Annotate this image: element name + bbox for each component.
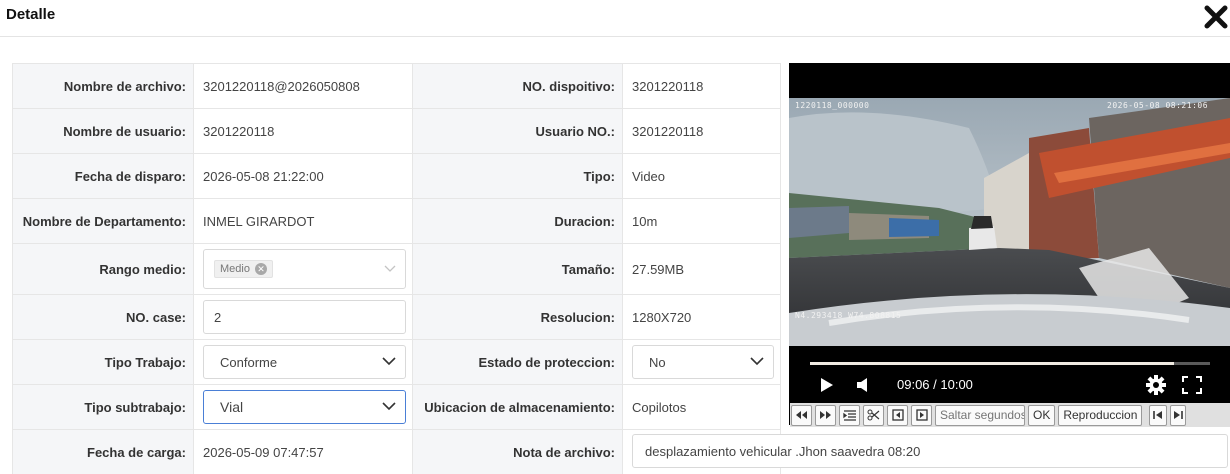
next-frame-icon[interactable] xyxy=(911,404,932,426)
file-note-input[interactable]: desplazamiento vehicular .Jhon saavedra … xyxy=(632,434,1228,468)
table-row: Nombre de Departamento: INMEL GIRARDOT D… xyxy=(12,198,781,244)
prev-frame-icon[interactable] xyxy=(887,404,908,426)
osd-device-id: 1220118_000000 xyxy=(795,101,870,110)
subwork-type-value: Vial xyxy=(220,399,244,415)
playback-button[interactable]: Reproduccion xyxy=(1058,404,1143,426)
table-row: Nombre de archivo: 3201220118@2026050808… xyxy=(12,63,781,109)
media-range-select[interactable]: Medio ✕ xyxy=(203,249,406,289)
field-label: Tamaño: xyxy=(412,243,623,295)
table-row: Tipo Trabajo: Conforme Estado de protecc… xyxy=(12,339,781,385)
detail-table: Nombre de archivo: 3201220118@2026050808… xyxy=(12,63,781,474)
skip-start-icon[interactable] xyxy=(1149,404,1168,426)
dialog-title: Detalle xyxy=(6,6,56,23)
field-label: Nombre de Departamento: xyxy=(12,198,194,244)
chevron-down-icon xyxy=(750,357,764,366)
fullscreen-icon[interactable] xyxy=(1182,376,1202,399)
storage-location-value: Copilotos xyxy=(622,384,781,430)
chevron-down-icon xyxy=(382,402,396,411)
video-frame: 1220118_000000 2026-05-08 08:21:06 N4.29… xyxy=(789,98,1230,346)
tag-label: Medio xyxy=(220,263,250,275)
video-player[interactable]: 1220118_000000 2026-05-08 08:21:06 N4.29… xyxy=(789,63,1230,425)
field-label: Tipo: xyxy=(412,153,623,199)
osd-timestamp: 2026-05-08 08:21:06 xyxy=(1107,101,1209,110)
field-label: Nombre de usuario: xyxy=(12,108,194,154)
play-icon[interactable] xyxy=(820,377,834,398)
field-label: NO. dispoitivo: xyxy=(412,63,623,109)
close-icon[interactable] xyxy=(1203,4,1229,30)
playback-toolbar: OK Reproduccion xyxy=(790,403,1230,427)
case-number-input[interactable]: 2 xyxy=(203,300,406,334)
device-number-value: 3201220118 xyxy=(622,63,781,109)
protection-status-value: No xyxy=(649,354,666,370)
case-number-text: 2 xyxy=(214,309,222,325)
upload-date-value: 2026-05-09 07:47:57 xyxy=(193,429,413,474)
field-label: Tipo subtrabajo: xyxy=(12,384,194,430)
table-row: Fecha de disparo: 2026-05-08 21:22:00 Ti… xyxy=(12,153,781,199)
file-name-value: 3201220118@2026050808 xyxy=(193,63,413,109)
field-label: Usuario NO.: xyxy=(412,108,623,154)
field-label: Duracion: xyxy=(412,198,623,244)
work-type-select[interactable]: Conforme xyxy=(203,345,406,379)
progress-bar[interactable] xyxy=(810,362,1210,365)
ok-button[interactable]: OK xyxy=(1028,404,1056,426)
duration-value: 10m xyxy=(622,198,781,244)
table-row: Rango medio: Medio ✕ Tamaño: 27.59MB xyxy=(12,243,781,295)
field-label: Tipo Trabajo: xyxy=(12,339,194,385)
field-label: Estado de proteccion: xyxy=(412,339,623,385)
scissors-icon[interactable] xyxy=(863,404,884,426)
field-label: Rango medio: xyxy=(12,243,194,295)
tag-remove-icon[interactable]: ✕ xyxy=(254,263,267,275)
size-value: 27.59MB xyxy=(622,243,781,295)
field-label: NO. case: xyxy=(12,294,194,340)
skip-seconds-field[interactable] xyxy=(940,408,1024,422)
table-row: Tipo subtrabajo: Vial Ubicacion de almac… xyxy=(12,384,781,430)
field-label: Nombre de archivo: xyxy=(12,63,194,109)
media-range-tag: Medio ✕ xyxy=(214,260,273,278)
subwork-type-select[interactable]: Vial xyxy=(203,390,406,424)
field-label: Nota de archivo: xyxy=(412,429,623,474)
file-note-text: desplazamiento vehicular .Jhon saavedra … xyxy=(645,443,921,459)
list-icon[interactable] xyxy=(839,404,860,426)
type-value: Video xyxy=(622,153,781,199)
gear-icon[interactable] xyxy=(1145,374,1167,401)
rewind-icon[interactable] xyxy=(791,404,812,426)
field-label: Fecha de carga: xyxy=(12,429,194,474)
field-label: Fecha de disparo: xyxy=(12,153,194,199)
protection-status-select[interactable]: No xyxy=(632,345,774,379)
dialog-header: Detalle xyxy=(0,0,1230,37)
time-display: 09:06 / 10:00 xyxy=(897,377,973,392)
chevron-down-icon xyxy=(384,265,396,272)
work-type-value: Conforme xyxy=(220,354,278,370)
progress-fill xyxy=(810,362,1174,365)
osd-gps: N4.293418 W74.808815 xyxy=(795,311,902,320)
field-label: Ubicacion de almacenamiento: xyxy=(412,384,623,430)
table-row: NO. case: 2 Resolucion: 1280X720 xyxy=(12,294,781,340)
chevron-down-icon xyxy=(382,357,396,366)
trigger-date-value: 2026-05-08 21:22:00 xyxy=(193,153,413,199)
table-row: Nombre de usuario: 3201220118 Usuario NO… xyxy=(12,108,781,154)
fast-forward-icon[interactable] xyxy=(815,404,836,426)
user-number-value: 3201220118 xyxy=(622,108,781,154)
field-label: Resolucion: xyxy=(412,294,623,340)
volume-icon[interactable] xyxy=(856,377,870,398)
user-name-value: 3201220118 xyxy=(193,108,413,154)
resolution-value: 1280X720 xyxy=(622,294,781,340)
skip-seconds-input[interactable] xyxy=(935,404,1025,426)
skip-end-icon[interactable] xyxy=(1170,404,1187,426)
department-value: INMEL GIRARDOT xyxy=(193,198,413,244)
